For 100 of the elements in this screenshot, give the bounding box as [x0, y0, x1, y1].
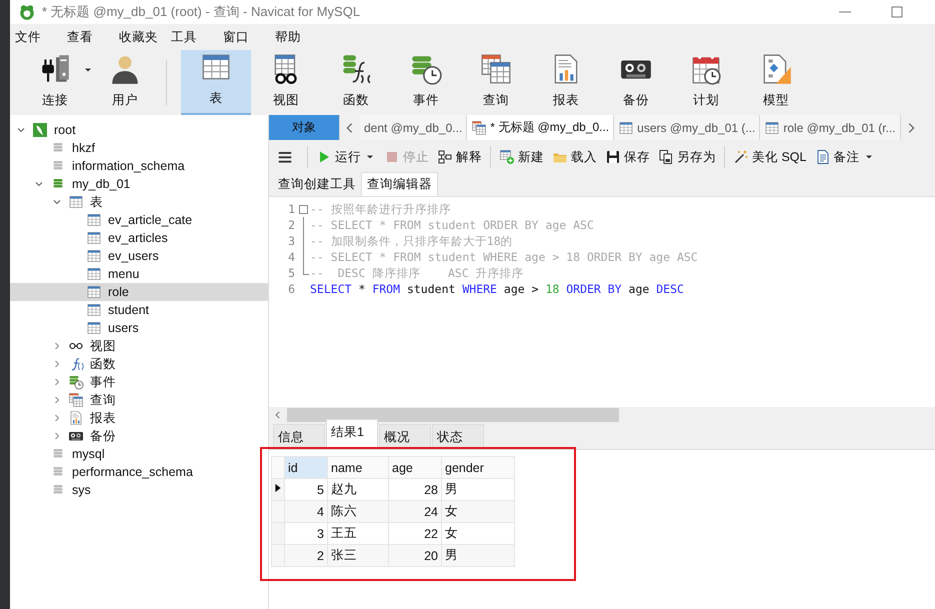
tree-item[interactable]: ev_article_cate — [10, 211, 268, 229]
table-icon — [86, 248, 102, 264]
report-icon — [68, 410, 84, 426]
table-icon — [764, 120, 780, 136]
table-cell: 4 — [284, 500, 328, 522]
table-cell: 2 — [284, 544, 328, 566]
tree-item[interactable]: student — [10, 301, 268, 319]
tree-item[interactable]: my_db_01 — [10, 175, 268, 193]
toolbar-button[interactable]: 保存 — [605, 148, 650, 166]
column-header[interactable]: age — [388, 456, 442, 478]
toolbar-button[interactable]: 视图 — [251, 50, 321, 115]
server-icon — [32, 122, 48, 138]
query-tables-icon — [471, 120, 488, 136]
scrollbar-thumb[interactable] — [287, 408, 619, 422]
query-tables-icon — [68, 392, 84, 408]
menu-item[interactable]: 工具 — [171, 28, 223, 46]
tree-item[interactable]: 备份 — [10, 427, 268, 445]
tree-item[interactable]: hkzf — [10, 139, 268, 157]
tree-item[interactable]: 事件 — [10, 373, 268, 391]
query-tab[interactable]: users @my_db_01 (... — [614, 115, 760, 140]
line-number: 3 — [287, 234, 295, 248]
row-header[interactable] — [272, 478, 284, 500]
magic-wand-icon — [733, 149, 749, 165]
query-tab[interactable]: * 无标题 @my_db_0... — [467, 115, 614, 140]
table-icon — [618, 120, 634, 136]
column-header[interactable]: id — [284, 456, 328, 478]
window-title: * 无标题 @my_db_01 (root) - 查询 - Navicat for MySQL — [42, 3, 360, 21]
new-table-icon — [499, 149, 515, 165]
line-number: 4 — [287, 250, 295, 264]
code-line: -- SELECT * FROM student WHERE age > 18 ORDER BY age ASC — [310, 250, 698, 264]
toolbar-button[interactable]: 新建 — [499, 148, 544, 166]
table-cell: 陈六 — [328, 500, 388, 522]
toolbar-button[interactable]: 函数 — [321, 50, 391, 115]
tree-item[interactable]: 报表 — [10, 409, 268, 427]
column-header[interactable]: name — [328, 456, 388, 478]
table-cell: 20 — [388, 544, 442, 566]
result-tab[interactable]: 结果1 — [326, 419, 378, 449]
query-tab[interactable]: role @my_db_01 (r... — [760, 115, 901, 140]
toolbar-button[interactable]: 另存为 — [658, 148, 716, 166]
table-icon — [86, 230, 102, 246]
fold-toggle[interactable] — [299, 205, 308, 214]
line-number: 1 — [287, 202, 295, 216]
table-icon — [86, 320, 102, 336]
code-line: -- SELECT * FROM student ORDER BY age ASC — [310, 218, 594, 232]
toolbar-button[interactable]: 载入 — [552, 148, 597, 166]
line-number: 5 — [287, 266, 295, 280]
table-cell: 24 — [388, 500, 442, 522]
table-cell: 女 — [442, 500, 514, 522]
code-line: SELECT * FROM student WHERE age > 18 ORDER BY age DESC — [310, 282, 684, 296]
toolbar-button[interactable]: 备注 — [814, 148, 874, 166]
menu-item[interactable]: 窗口 — [223, 28, 275, 46]
toolbar-button[interactable]: 运行 — [316, 148, 376, 166]
tree-item[interactable]: role — [10, 283, 268, 301]
table-cell: 张三 — [328, 544, 388, 566]
objects-tab[interactable]: 对象 — [269, 115, 340, 140]
tree-item[interactable]: 查询 — [10, 391, 268, 409]
table-icon — [86, 212, 102, 228]
save-icon — [605, 149, 621, 165]
toolbar-button[interactable]: 表 — [181, 50, 251, 115]
toolbar-button[interactable]: 连接 — [20, 50, 90, 115]
tree-item[interactable]: root — [10, 121, 268, 139]
toolbar-button[interactable]: 报表 — [531, 50, 601, 115]
menu-item[interactable]: 帮助 — [275, 28, 327, 46]
tree-item[interactable]: mysql — [10, 445, 268, 463]
tree-item[interactable]: performance_schema — [10, 463, 268, 481]
save-as-icon — [658, 149, 674, 165]
document-icon — [814, 149, 830, 165]
tree-item[interactable]: ev_users — [10, 247, 268, 265]
maximize-icon[interactable] — [889, 4, 905, 20]
toolbar-button[interactable]: 美化 SQL — [733, 148, 806, 166]
query-tab[interactable]: dent @my_db_0... — [360, 115, 468, 140]
tree-item[interactable]: menu — [10, 265, 268, 283]
toolbar-button[interactable]: 查询 — [461, 50, 531, 115]
toolbar-button[interactable]: 事件 — [391, 50, 461, 115]
result-tab[interactable]: 概况 — [379, 424, 431, 449]
table-cell: 男 — [442, 544, 514, 566]
menu-item[interactable]: 收藏夹 — [119, 28, 171, 46]
tree-item[interactable]: information_schema — [10, 157, 268, 175]
result-tab[interactable]: 状态 — [432, 424, 484, 449]
diagram-icon — [437, 149, 453, 165]
tree-item[interactable]: sys — [10, 481, 268, 499]
tree-item[interactable]: 表 — [10, 193, 268, 211]
tree-item[interactable]: ev_articles — [10, 229, 268, 247]
tree-item[interactable]: 视图 — [10, 337, 268, 355]
column-header[interactable]: gender — [442, 456, 514, 478]
toolbar-button[interactable]: 模型 — [741, 50, 811, 115]
toolbar-button[interactable]: 备份 — [601, 50, 671, 115]
menu-item[interactable]: 查看 — [67, 28, 119, 46]
code-line: -- 加限制条件，只排序年龄大于18的 — [310, 234, 513, 248]
toolbar-button[interactable]: 用户 — [90, 50, 160, 115]
line-number: 6 — [287, 282, 295, 296]
toolbar-button[interactable]: 计划 — [671, 50, 741, 115]
tree-item[interactable]: users — [10, 319, 268, 337]
tree-item[interactable]: 函数 — [10, 355, 268, 373]
menu-item[interactable]: 文件 — [15, 28, 67, 46]
table-icon — [86, 302, 102, 318]
toolbar-button[interactable]: 解释 — [437, 148, 482, 166]
stop-icon — [384, 149, 400, 165]
result-tab[interactable]: 信息 — [273, 424, 325, 449]
editor-tab[interactable]: 查询编辑器 — [361, 172, 438, 196]
